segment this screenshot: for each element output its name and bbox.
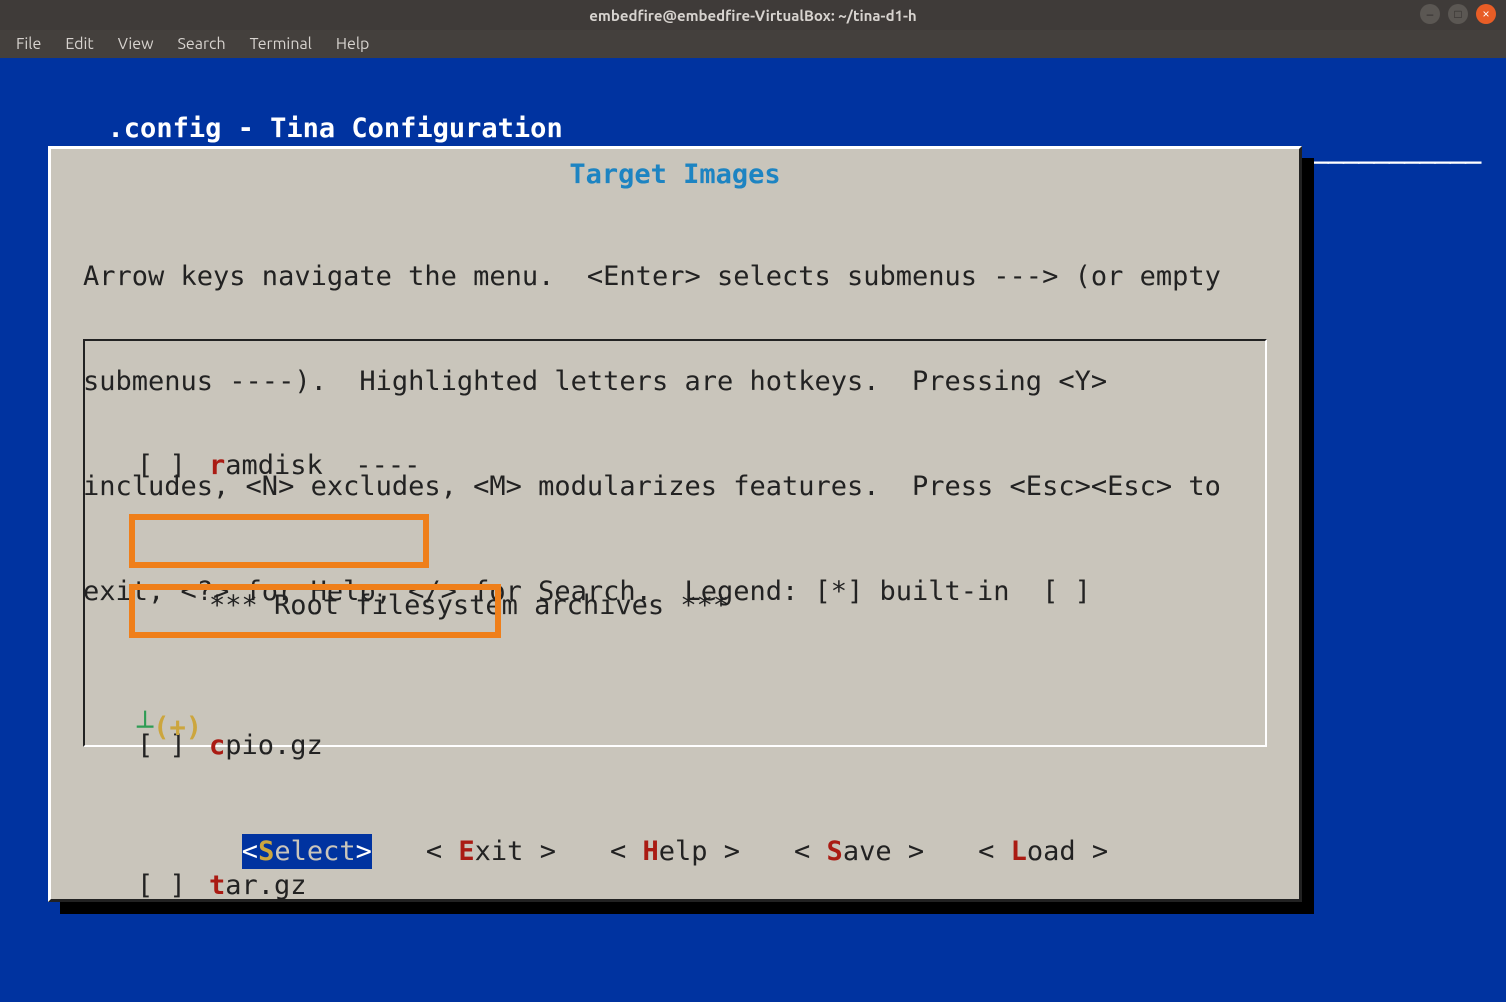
close-icon[interactable]: × (1476, 4, 1496, 24)
section-root-filesystem-archives: *** Root filesystem archives *** (137, 588, 1261, 623)
dialog-title: Target Images (83, 157, 1267, 192)
terminal-area[interactable]: .config - Tina Configuration > Target Im… (0, 58, 1506, 1002)
select-button[interactable]: <Select> (242, 834, 372, 869)
help-line: Arrow keys navigate the menu. <Enter> se… (83, 259, 1267, 294)
app-menubar: File Edit View Search Terminal Help (0, 30, 1506, 58)
window-title: embedfire@embedfire-VirtualBox: ~/tina-d… (589, 7, 916, 24)
maximize-icon[interactable]: □ (1448, 4, 1468, 24)
minimize-icon[interactable]: – (1420, 4, 1440, 24)
menu-help[interactable]: Help (326, 32, 380, 56)
menuconfig-dialog: Target Images Arrow keys navigate the me… (48, 146, 1302, 902)
exit-button[interactable]: < Exit > (426, 834, 556, 869)
option-tar-gz[interactable]: [ ] tar.gz (137, 868, 1261, 903)
menu-edit[interactable]: Edit (55, 32, 103, 56)
more-below-indicator: ┴(+) (137, 710, 202, 745)
menu-view[interactable]: View (108, 32, 164, 56)
option-list-box: [ ] ramdisk ---- *** Root filesystem arc… (83, 339, 1267, 747)
option-list[interactable]: [ ] ramdisk ---- *** Root filesystem arc… (137, 343, 1261, 1002)
window-titlebar: embedfire@embedfire-VirtualBox: ~/tina-d… (0, 0, 1506, 30)
help-button[interactable]: < Help > (610, 834, 740, 869)
menu-file[interactable]: File (6, 32, 51, 56)
load-button[interactable]: < Load > (978, 834, 1108, 869)
dialog-button-row: <Select> < Exit > < Help > < Save > < Lo… (83, 834, 1267, 869)
menu-search[interactable]: Search (168, 32, 236, 56)
menu-terminal[interactable]: Terminal (240, 32, 322, 56)
option-cpio-gz[interactable]: [ ] cpio.gz (137, 728, 1261, 763)
window-controls: – □ × (1420, 4, 1496, 24)
save-button[interactable]: < Save > (794, 834, 924, 869)
option-ramdisk[interactable]: [ ] ramdisk ---- (137, 448, 1261, 483)
